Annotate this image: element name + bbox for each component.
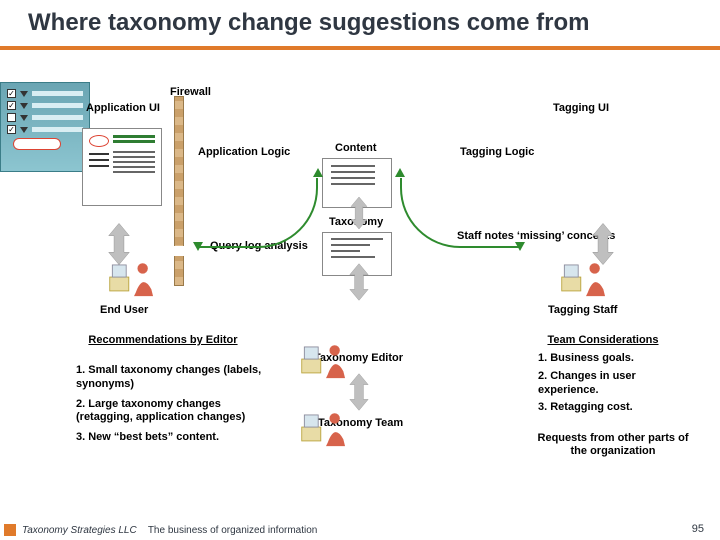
arrow-app-to-content — [198, 178, 318, 248]
footer-tagline: The business of organized information — [148, 525, 318, 536]
person-at-computer-icon — [300, 408, 352, 448]
recommendations-list: 1. Small taxonomy changes (labels, synon… — [76, 364, 266, 451]
arrowhead-icon — [515, 242, 525, 251]
label-app-logic: Application Logic — [198, 146, 290, 159]
firewall-gap — [174, 246, 184, 256]
team-item: 2. Changes in user experience. — [538, 370, 698, 398]
team-item: 3. Retagging cost. — [538, 401, 698, 415]
label-content: Content — [335, 142, 377, 155]
recommendation-item: 1. Small taxonomy changes (labels, synon… — [76, 364, 266, 392]
slide-title: Where taxonomy change suggestions come f… — [0, 0, 720, 42]
person-at-computer-icon — [300, 340, 352, 380]
recommendation-item: 3. New “best bets” content. — [76, 431, 266, 445]
footer-brand: Taxonomy Strategies LLC — [22, 525, 137, 536]
team-item: 1. Business goals. — [538, 352, 698, 366]
arrowhead-icon — [395, 168, 405, 177]
tagging-ui-mock: ✓ ✓ ✓ — [0, 82, 90, 172]
requests-label: Requests from other parts of the organiz… — [528, 432, 698, 458]
label-firewall: Firewall — [170, 86, 211, 99]
label-tagging-staff: Tagging Staff — [548, 304, 617, 317]
firewall-bar — [174, 96, 184, 286]
application-ui-mock — [82, 128, 162, 206]
team-considerations-list: 1. Business goals. 2. Changes in user ex… — [538, 352, 698, 419]
recommendation-item: 2. Large taxonomy changes (retagging, ap… — [76, 398, 266, 426]
double-arrow-icon — [349, 197, 369, 229]
double-arrow-icon — [348, 264, 370, 301]
label-tag-ui: Tagging UI — [553, 102, 609, 115]
label-end-user: End User — [100, 304, 148, 317]
person-at-computer-icon — [560, 258, 612, 298]
recommendations-title: Recommendations by Editor — [78, 334, 248, 347]
person-at-computer-icon — [108, 258, 160, 298]
label-app-ui: Application UI — [86, 102, 160, 115]
arrowhead-icon — [313, 168, 323, 177]
team-considerations-title: Team Considerations — [523, 334, 683, 347]
arrow-tag-to-content — [400, 178, 520, 248]
footer-text: Taxonomy Strategies LLC The business of … — [0, 525, 317, 536]
label-tag-logic: Tagging Logic — [460, 146, 534, 159]
title-rule — [0, 46, 720, 50]
page-number: 95 — [692, 523, 704, 535]
diagram-canvas: Firewall Application UI Tagging UI Appli… — [0, 82, 720, 514]
arrowhead-icon — [193, 242, 203, 251]
